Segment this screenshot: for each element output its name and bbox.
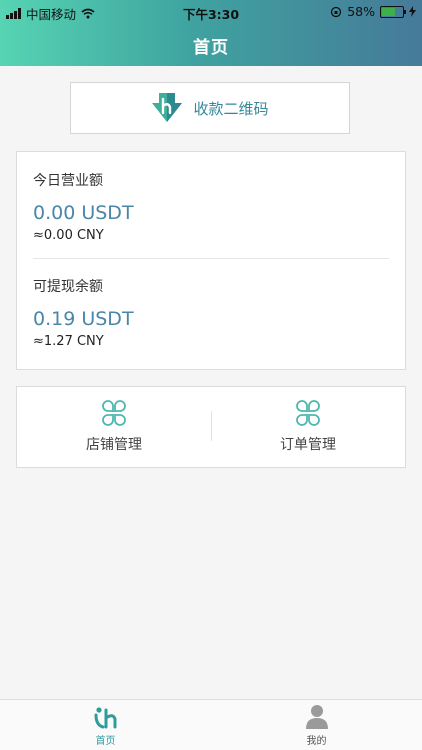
qr-code-button[interactable]: 收款二维码: [70, 82, 350, 134]
store-management-label: 店铺管理: [86, 437, 142, 453]
tab-mine-label: 我的: [306, 736, 327, 747]
management-card: 店铺管理 订单管理: [16, 386, 406, 468]
home-logo-icon: [94, 707, 116, 729]
divider: [33, 258, 389, 259]
battery-percent: 58%: [347, 4, 375, 19]
rotation-lock-icon: [331, 6, 342, 17]
withdrawable-cny: ≈1.27 CNY: [33, 334, 104, 349]
withdrawable-section[interactable]: 可提现余额 0.19 USDT ≈1.27 CNY: [33, 276, 389, 349]
today-revenue-value: 0.00 USDT: [33, 202, 134, 224]
user-icon: [305, 705, 328, 729]
status-bar: 中国移动 下午3:30 58%: [0, 0, 422, 22]
charging-bolt-icon: [409, 6, 416, 17]
page-title: 首页: [193, 38, 229, 58]
app-header: 中国移动 下午3:30 58% 首页: [0, 0, 422, 66]
today-revenue-cny: ≈0.00 CNY: [33, 228, 104, 243]
tab-mine[interactable]: 我的: [211, 700, 422, 750]
today-revenue-section: 今日营业额 0.00 USDT ≈0.00 CNY: [33, 170, 389, 243]
tab-home[interactable]: 首页: [0, 700, 211, 750]
store-management-button[interactable]: 店铺管理: [17, 387, 211, 467]
order-management-button[interactable]: 订单管理: [211, 387, 405, 467]
clover-icon: [102, 400, 126, 426]
qr-code-button-label: 收款二维码: [193, 99, 269, 118]
balance-card: 今日营业额 0.00 USDT ≈0.00 CNY 可提现余额 0.19 USD…: [16, 151, 406, 370]
order-management-label: 订单管理: [280, 437, 336, 453]
withdrawable-value: 0.19 USDT: [33, 308, 134, 330]
app-logo-icon: [152, 93, 183, 122]
today-revenue-label: 今日营业额: [33, 173, 103, 189]
tab-home-label: 首页: [95, 736, 116, 747]
bottom-tab-bar: 首页 我的: [0, 699, 422, 750]
clover-icon: [296, 400, 320, 426]
withdrawable-label: 可提现余额: [33, 279, 103, 295]
battery-icon: [380, 5, 406, 18]
